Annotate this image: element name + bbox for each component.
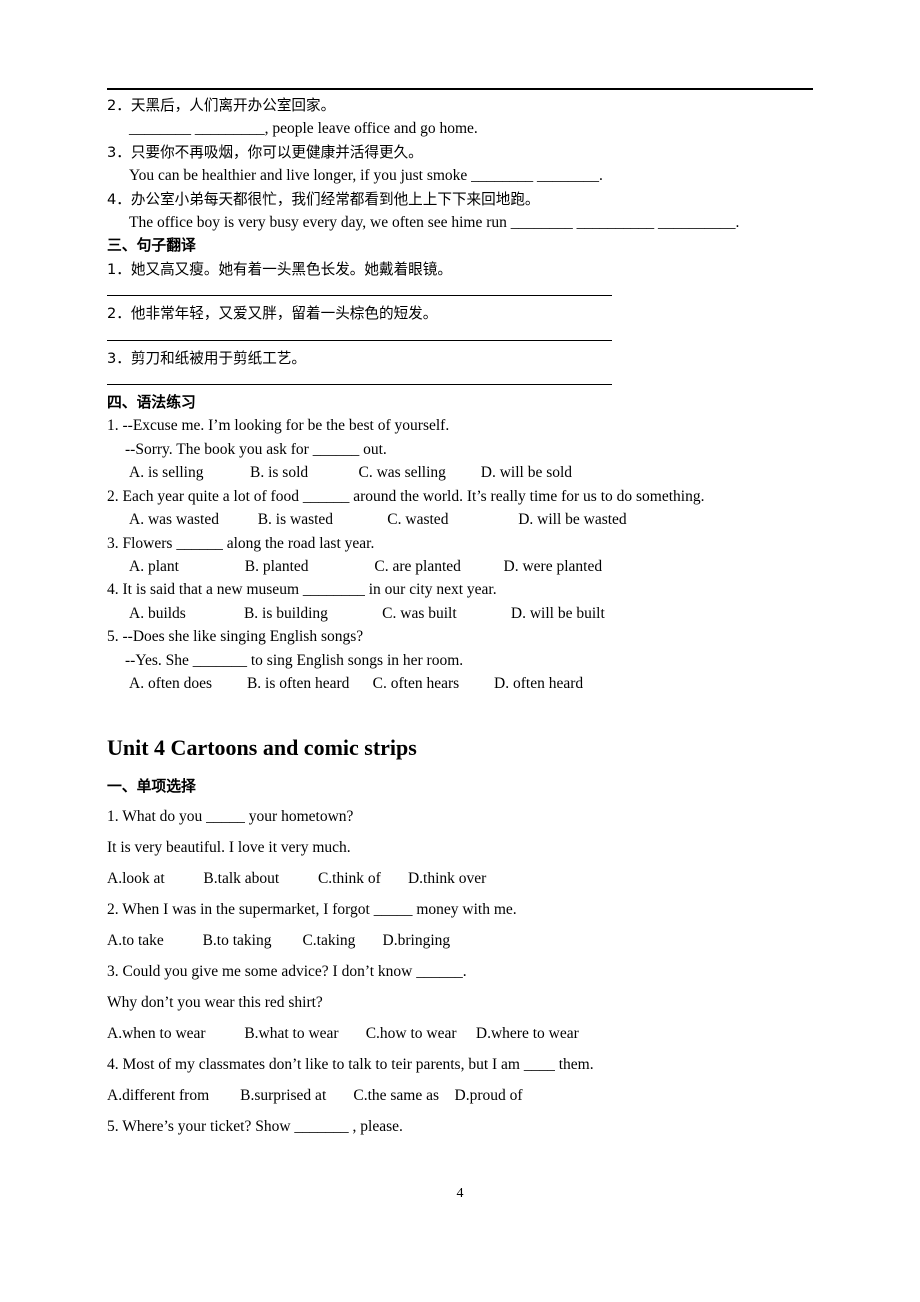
unit4-q3-stem2: Why don’t you wear this red shirt? bbox=[107, 994, 323, 1012]
grammar-q1-stem: 1. --Excuse me. I’m looking for be the b… bbox=[107, 417, 450, 435]
unit4-q1-options[interactable]: A.look at B.talk about C.think of D.thin… bbox=[107, 863, 813, 894]
fill-blanks-section: 2．天黑后，人们离开办公室回家。 ________ _________, peo… bbox=[107, 94, 813, 234]
fill-blank-item-3-cn: 3．只要你不再吸烟，你可以更健康并活得更久。 bbox=[107, 143, 423, 161]
unit4-q3-stem: 3. Could you give me some advice? I don’… bbox=[107, 963, 467, 981]
fill-blank-item-2-cn: 2．天黑后，人们离开办公室回家。 bbox=[107, 97, 336, 114]
document-page: 2．天黑后，人们离开办公室回家。 ________ _________, peo… bbox=[0, 0, 920, 1302]
grammar-q1-stem2: --Sorry. The book you ask for ______ out… bbox=[125, 440, 387, 458]
unit4-section: Unit 4 Cartoons and comic strips 一、单项选择 … bbox=[107, 733, 813, 1142]
unit4-q4-options[interactable]: A.different from B.surprised at C.the sa… bbox=[107, 1080, 813, 1111]
grammar-q4-stem: 4. It is said that a new museum ________… bbox=[107, 581, 497, 599]
translation-answer-rule-2[interactable] bbox=[107, 339, 612, 341]
translation-item-2: 2．他非常年轻，又爱又胖，留着一头棕色的短发。 bbox=[107, 305, 438, 323]
grammar-section-heading: 四、语法练习 bbox=[107, 394, 196, 412]
unit4-q1-stem2: It is very beautiful. I love it very muc… bbox=[107, 839, 351, 857]
translation-answer-rule-1[interactable] bbox=[107, 295, 612, 297]
page-content: 2．天黑后，人们离开办公室回家。 ________ _________, peo… bbox=[107, 88, 813, 1142]
top-divider-rule bbox=[107, 88, 813, 90]
unit4-q5-stem: 5. Where’s your ticket? Show _______ , p… bbox=[107, 1118, 403, 1136]
fill-blank-item-4-cn: 4．办公室小弟每天都很忙，我们经常都看到他上上下下来回地跑。 bbox=[107, 190, 540, 208]
grammar-q3-options[interactable]: A. plant B. planted C. are planted D. we… bbox=[107, 555, 813, 578]
unit4-q2-stem: 2. When I was in the supermarket, I forg… bbox=[107, 901, 517, 919]
unit4-q2-options[interactable]: A.to take B.to taking C.taking D.bringin… bbox=[107, 925, 813, 956]
grammar-section: 四、语法练习 1. --Excuse me. I’m looking for b… bbox=[107, 391, 813, 695]
translation-section-heading: 三、句子翻译 bbox=[107, 237, 196, 255]
grammar-q2-stem: 2. Each year quite a lot of food ______ … bbox=[107, 487, 705, 505]
unit4-section-heading: 一、单项选择 bbox=[107, 778, 196, 796]
grammar-q1-options[interactable]: A. is selling B. is sold C. was selling … bbox=[107, 461, 813, 484]
fill-blank-item-3-en: You can be healthier and live longer, if… bbox=[129, 167, 603, 185]
translation-item-3: 3．剪刀和纸被用于剪纸工艺。 bbox=[107, 349, 307, 367]
grammar-q3-stem: 3. Flowers ______ along the road last ye… bbox=[107, 534, 375, 552]
grammar-q5-stem: 5. --Does she like singing English songs… bbox=[107, 628, 364, 646]
grammar-q4-options[interactable]: A. builds B. is building C. was built D.… bbox=[107, 602, 813, 625]
fill-blank-item-4-en: The office boy is very busy every day, w… bbox=[129, 214, 740, 232]
grammar-q5-stem2: --Yes. She _______ to sing English songs… bbox=[125, 651, 464, 669]
translation-section: 三、句子翻译 1．她又高又瘦。她有着一头黑色长发。她戴着眼镜。 2．他非常年轻，… bbox=[107, 234, 813, 386]
page-number: 4 bbox=[456, 1186, 464, 1201]
grammar-q5-options[interactable]: A. often does B. is often heard C. often… bbox=[107, 672, 813, 695]
unit4-q4-stem: 4. Most of my classmates don’t like to t… bbox=[107, 1056, 594, 1074]
grammar-q2-options[interactable]: A. was wasted B. is wasted C. wasted D. … bbox=[107, 508, 813, 531]
unit4-q1-stem: 1. What do you _____ your hometown? bbox=[107, 808, 354, 826]
unit4-title: Unit 4 Cartoons and comic strips bbox=[107, 735, 417, 761]
translation-item-1: 1．她又高又瘦。她有着一头黑色长发。她戴着眼镜。 bbox=[107, 260, 452, 278]
unit4-q3-options[interactable]: A.when to wear B.what to wear C.how to w… bbox=[107, 1018, 813, 1049]
fill-blank-item-2-en: ________ _________, people leave office … bbox=[129, 120, 478, 138]
translation-answer-rule-3[interactable] bbox=[107, 384, 612, 386]
